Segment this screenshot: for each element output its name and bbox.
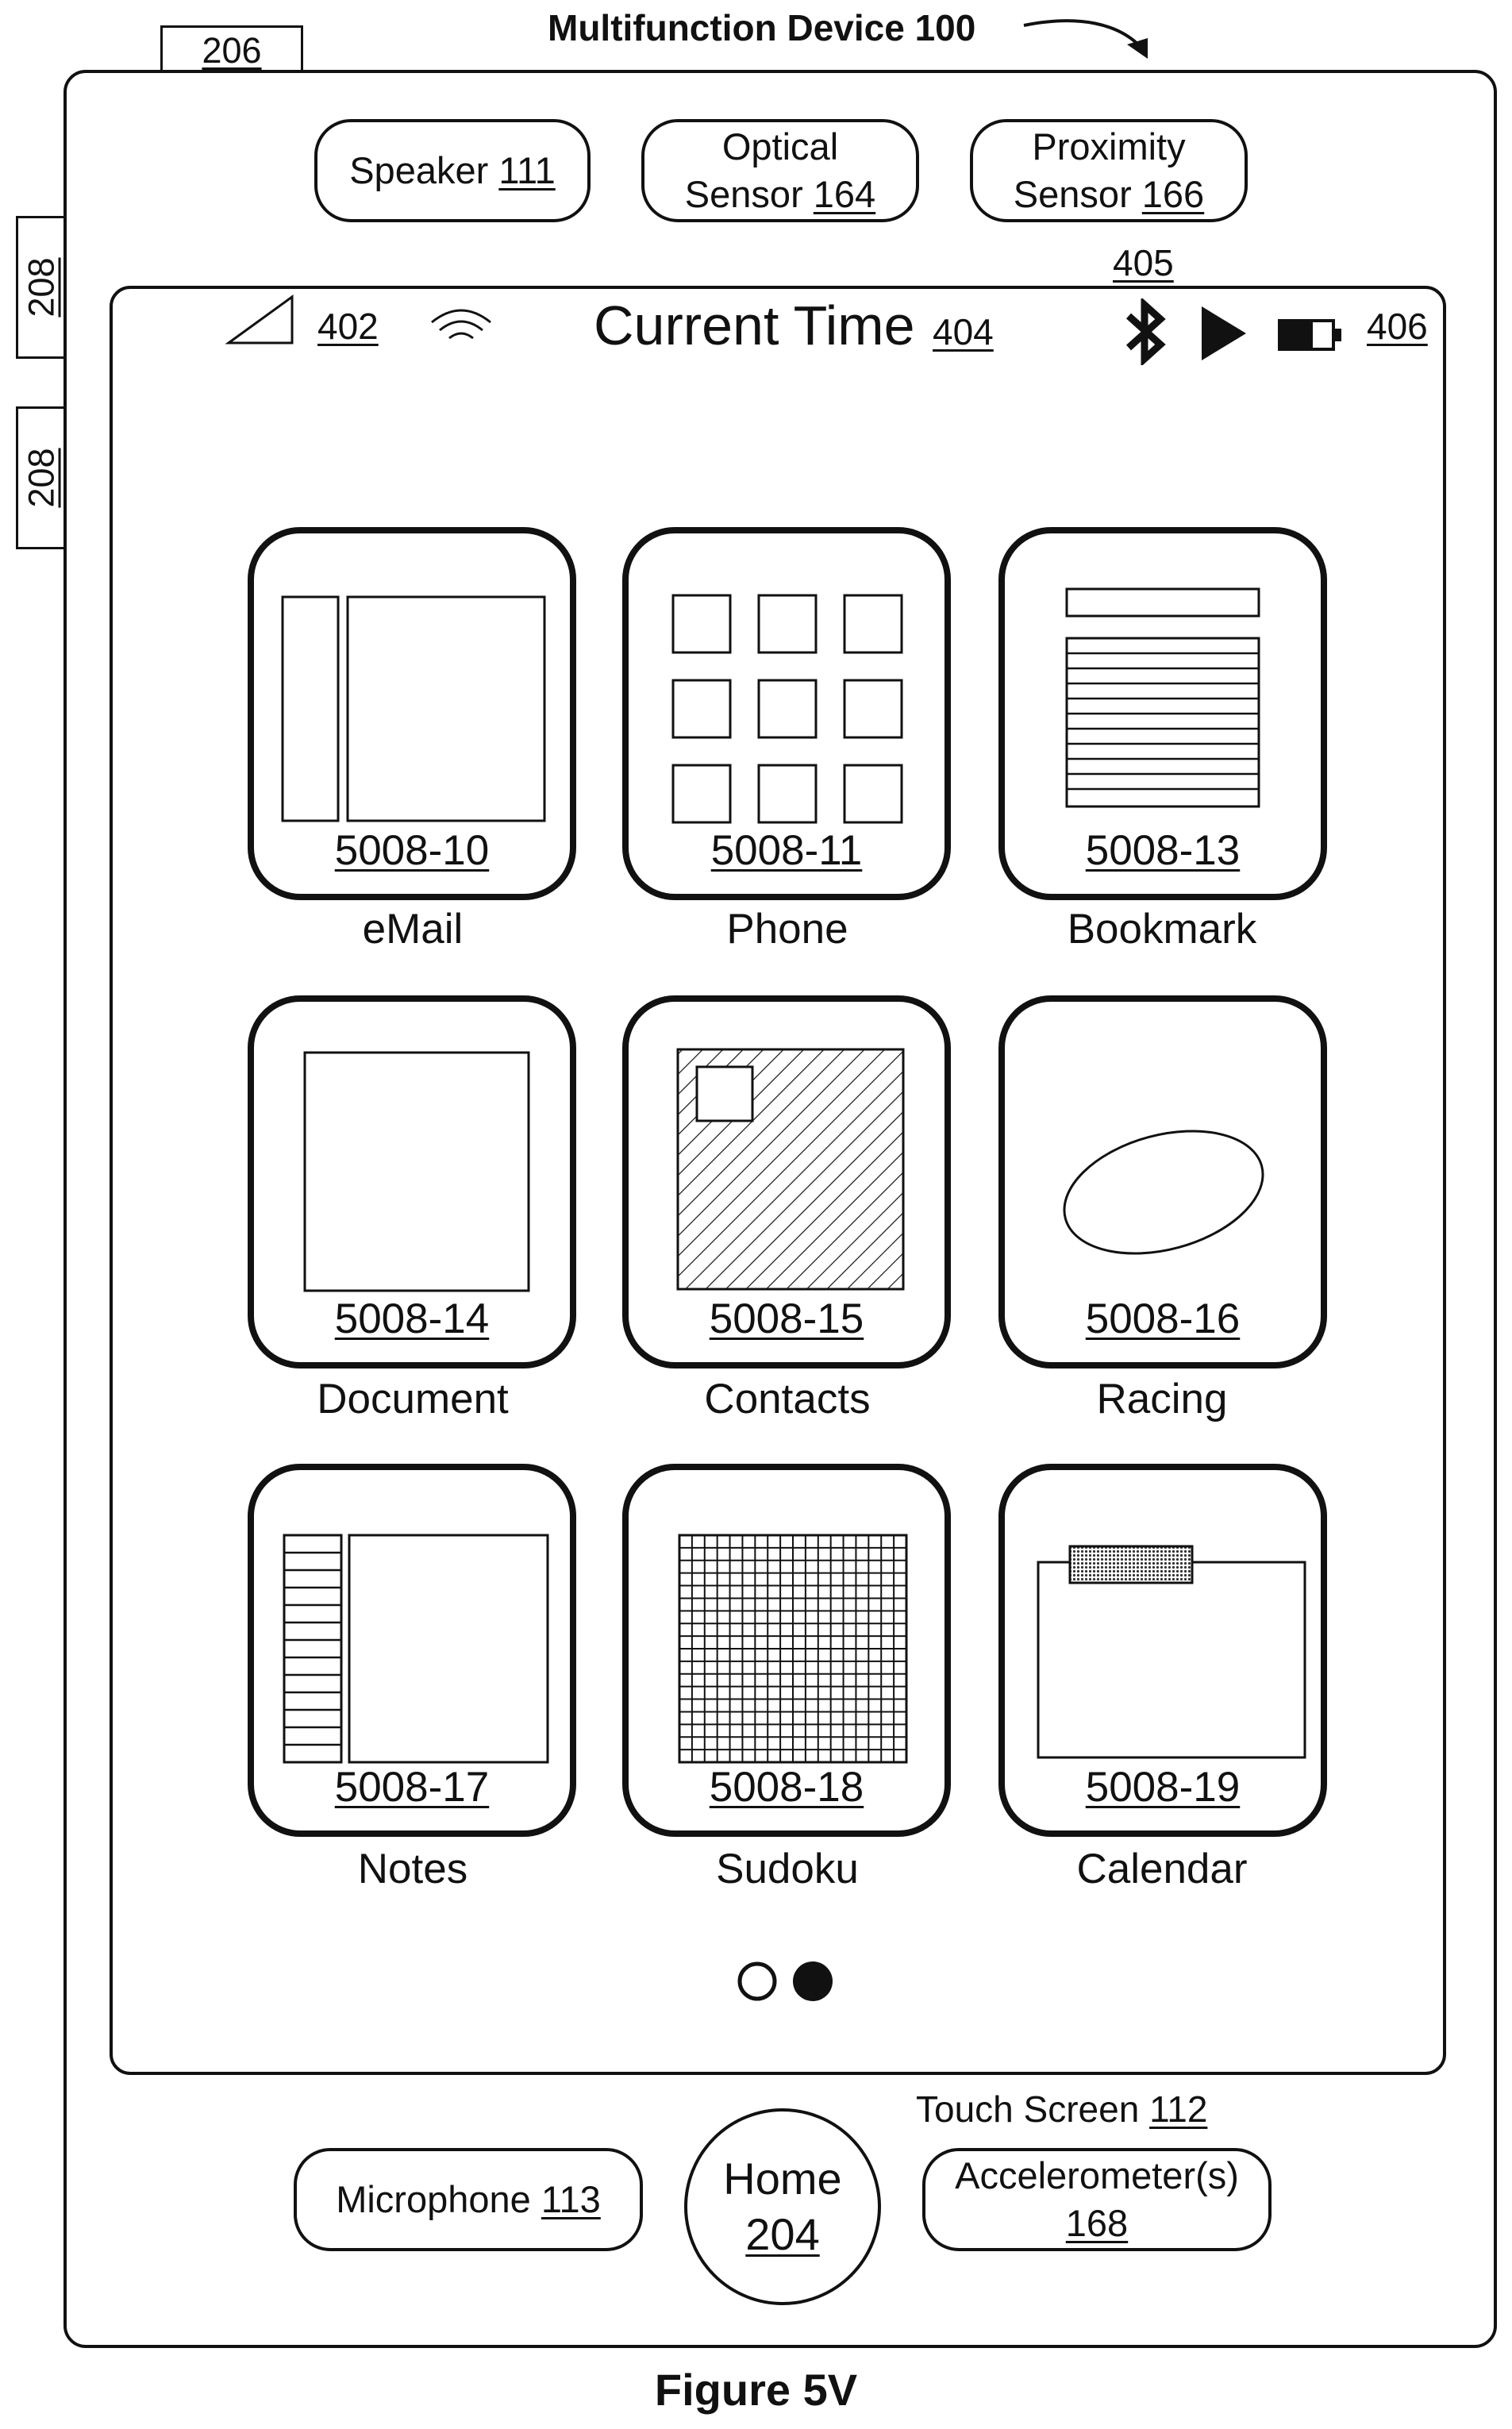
app-label-bookmark: Bookmark	[971, 905, 1352, 953]
app-document[interactable]: 5008-14	[248, 995, 576, 1368]
side-button-tab-2: 208	[16, 406, 65, 549]
accelerometer-box: Accelerometer(s) 168	[922, 2148, 1272, 2251]
speaker-box: Speaker 111	[314, 119, 591, 222]
app-calendar[interactable]: 5008-19	[998, 1464, 1327, 1837]
keypad-key	[759, 765, 816, 822]
home-button[interactable]: Home 204	[684, 2108, 881, 2305]
page-dot-2[interactable]	[793, 1961, 833, 2001]
app-email[interactable]: 5008-10	[248, 527, 576, 900]
keypad-key	[673, 595, 730, 652]
device-title-arrow-head	[1127, 38, 1148, 59]
bookmark-header	[1067, 589, 1259, 616]
keypad-key	[844, 595, 902, 652]
device-title-arrow-line	[1024, 21, 1141, 48]
app-notes[interactable]: 5008-17	[248, 1464, 576, 1837]
top-button-tab: 206	[160, 25, 303, 73]
app-bookmark[interactable]: 5008-13	[998, 527, 1327, 900]
keypad-key	[759, 595, 816, 652]
app-label-notes: Notes	[222, 1845, 603, 1893]
page-dot-1[interactable]	[740, 1964, 775, 1999]
touch-screen-label: Touch Screen 112	[916, 2088, 1207, 2131]
keypad-key	[673, 680, 730, 737]
battery-ref: 406	[1367, 305, 1428, 348]
app-label-racing: Racing	[971, 1375, 1352, 1423]
keypad-key	[844, 680, 902, 737]
signal-ref: 402	[317, 305, 379, 348]
signal-strength-icon	[225, 292, 297, 348]
app-label-calendar: Calendar	[971, 1845, 1352, 1893]
proximity-sensor-box: Proximity Sensor 166	[970, 119, 1248, 222]
app-contacts[interactable]: 5008-15	[622, 995, 951, 1368]
page-indicator[interactable]	[729, 1954, 856, 2010]
microphone-box: Microphone 113	[294, 2148, 643, 2251]
current-time: Current Time 404	[594, 294, 994, 357]
notes-page	[349, 1535, 548, 1762]
keypad-key	[759, 680, 816, 737]
app-label-sudoku: Sudoku	[597, 1845, 978, 1893]
play-icon	[1197, 302, 1252, 365]
battery-icon	[1276, 316, 1348, 356]
side-button-tab-1: 208	[16, 216, 65, 359]
keypad-key	[844, 765, 902, 822]
device-title: Multifunction Device 100	[548, 6, 975, 49]
app-racing[interactable]: 5008-16	[998, 995, 1327, 1368]
keypad-key	[673, 765, 730, 822]
bookmark-list	[1067, 638, 1259, 806]
app-sudoku[interactable]: 5008-18	[622, 1464, 951, 1837]
figure-caption: Figure 5V	[0, 2364, 1512, 2416]
app-label-document: Document	[222, 1375, 603, 1423]
status-icons-ref: 405	[1113, 241, 1174, 284]
bluetooth-icon	[1118, 298, 1173, 365]
app-label-contacts: Contacts	[597, 1375, 978, 1423]
app-phone[interactable]: 5008-11	[622, 527, 951, 900]
optical-sensor-box: Optical Sensor 164	[641, 119, 919, 222]
app-label-phone: Phone	[597, 905, 978, 953]
app-label-email: eMail	[222, 905, 603, 953]
wifi-icon	[425, 303, 497, 351]
